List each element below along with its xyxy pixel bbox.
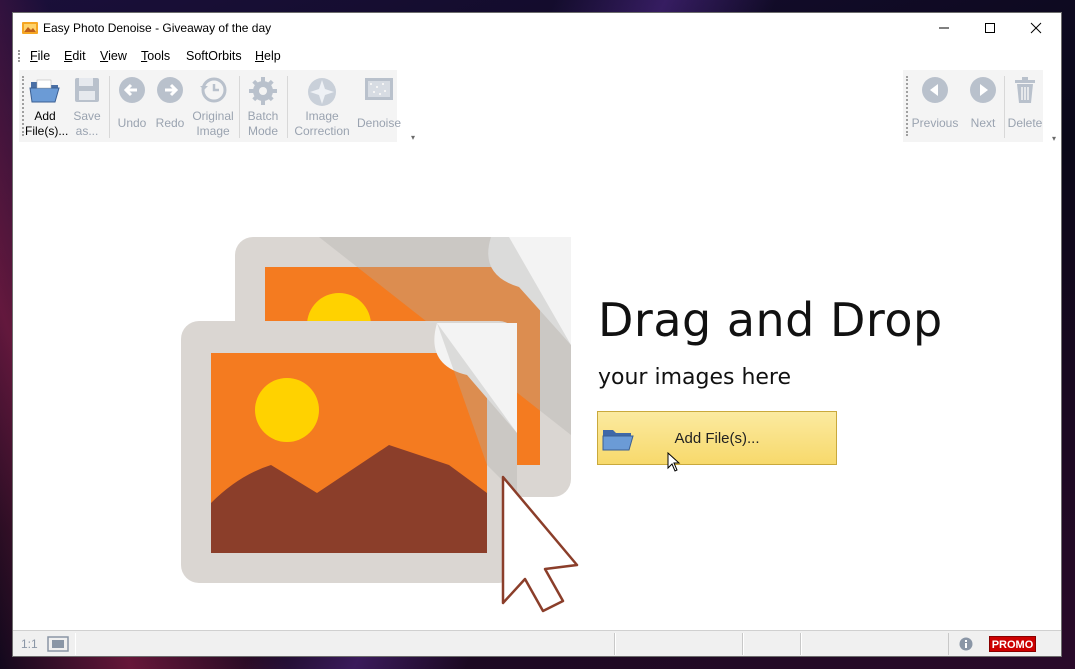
folder-open-icon bbox=[29, 79, 60, 103]
maximize-button[interactable] bbox=[967, 13, 1013, 43]
undo-button[interactable]: Undo bbox=[114, 70, 150, 142]
denoise-button[interactable]: Denoise bbox=[355, 70, 403, 142]
info-icon[interactable] bbox=[959, 637, 973, 651]
status-panel bbox=[743, 633, 801, 655]
menu-help[interactable]: Help bbox=[255, 49, 281, 63]
history-clock-icon bbox=[200, 77, 227, 103]
promo-badge[interactable]: PROMO bbox=[989, 636, 1036, 652]
menu-grip[interactable] bbox=[18, 50, 20, 62]
add-files-button[interactable]: Add File(s)... bbox=[25, 70, 68, 142]
arrow-left-circle-icon bbox=[922, 77, 948, 103]
menu-tools[interactable]: Tools bbox=[141, 49, 170, 63]
status-bar: 1:1 PROMO bbox=[13, 630, 1061, 656]
image-correction-button[interactable]: Image Correction bbox=[291, 70, 353, 142]
toolbar-separator bbox=[287, 76, 288, 138]
gear-icon bbox=[249, 77, 277, 105]
menu-file[interactable]: File bbox=[30, 49, 50, 63]
close-button[interactable] bbox=[1013, 13, 1059, 43]
delete-button[interactable]: Delete bbox=[1007, 70, 1043, 142]
fit-to-window-icon[interactable] bbox=[47, 636, 69, 652]
status-panel bbox=[801, 633, 949, 655]
menu-bar: File Edit View Tools SoftOrbits Help bbox=[13, 43, 1061, 69]
batch-mode-button[interactable]: Batch Mode bbox=[243, 70, 283, 142]
sparkle-filter-icon bbox=[308, 78, 336, 106]
drag-drop-headline: Drag and Drop bbox=[598, 293, 943, 347]
drop-zone[interactable]: Drag and Drop your images here Add File(… bbox=[13, 153, 1061, 630]
toolbar-separator bbox=[239, 76, 240, 138]
window-title: Easy Photo Denoise - Giveaway of the day bbox=[43, 21, 272, 35]
menu-view[interactable]: View bbox=[100, 49, 127, 63]
previous-button[interactable]: Previous bbox=[909, 70, 961, 142]
floppy-disk-icon bbox=[75, 78, 99, 102]
toolbar-grip[interactable] bbox=[22, 76, 24, 136]
original-image-button[interactable]: Original Image bbox=[191, 70, 235, 142]
mouse-cursor-icon bbox=[667, 452, 681, 472]
navigation-toolbar: Previous Next Delete bbox=[903, 70, 1043, 142]
next-button[interactable]: Next bbox=[963, 70, 1003, 142]
noise-image-icon bbox=[365, 78, 393, 100]
redo-icon bbox=[157, 77, 183, 103]
toolbar-grip[interactable] bbox=[906, 76, 908, 136]
toolbar-overflow-icon[interactable]: ▾ bbox=[411, 133, 415, 142]
status-panel bbox=[615, 633, 743, 655]
close-icon bbox=[1030, 22, 1042, 34]
zoom-ratio-label[interactable]: 1:1 bbox=[21, 637, 38, 651]
title-bar[interactable]: Easy Photo Denoise - Giveaway of the day bbox=[13, 13, 1061, 43]
menu-softorbits[interactable]: SoftOrbits bbox=[186, 49, 242, 63]
redo-button[interactable]: Redo bbox=[152, 70, 188, 142]
main-toolbar: Add File(s)... Save as... Undo Redo Orig… bbox=[19, 70, 415, 142]
toolbar-separator bbox=[109, 76, 110, 138]
undo-icon bbox=[119, 77, 145, 103]
add-files-main-button[interactable]: Add File(s)... bbox=[597, 411, 837, 465]
trash-icon bbox=[1015, 77, 1035, 103]
save-as-button[interactable]: Save as... bbox=[69, 70, 105, 142]
app-window: Easy Photo Denoise - Giveaway of the day… bbox=[12, 12, 1062, 657]
drag-drop-photos-illustration bbox=[181, 237, 579, 613]
drag-drop-subline: your images here bbox=[598, 365, 792, 390]
menu-edit[interactable]: Edit bbox=[64, 49, 86, 63]
minimize-button[interactable] bbox=[921, 13, 967, 43]
arrow-right-circle-icon bbox=[970, 77, 996, 103]
status-panel-main bbox=[75, 633, 615, 655]
app-icon bbox=[22, 22, 38, 34]
maximize-icon bbox=[985, 23, 995, 33]
toolbar-overflow-icon[interactable]: ▾ bbox=[1052, 134, 1056, 143]
minimize-icon bbox=[939, 27, 949, 29]
toolbar-separator bbox=[1004, 76, 1005, 138]
